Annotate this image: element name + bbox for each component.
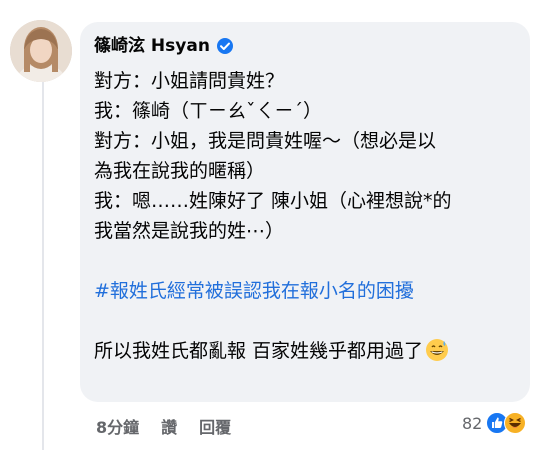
- timestamp[interactable]: 8分鐘: [96, 414, 139, 438]
- comment-line: 為我在說我的暱稱）: [94, 160, 266, 182]
- comment-bubble: 篠崎泫 Hsyan 對方：小姐請問貴姓？ 我：篠崎（ㄒㄧㄠˇㄑㄧˊ） 對方：小姐…: [80, 22, 530, 402]
- comment-text: 對方：小姐請問貴姓？ 我：篠崎（ㄒㄧㄠˇㄑㄧˊ） 對方：小姐，我是問貴姓喔～（想…: [94, 66, 524, 366]
- reply-button[interactable]: 回覆: [199, 414, 231, 438]
- author-name[interactable]: 篠崎泫 Hsyan: [94, 36, 210, 56]
- like-button[interactable]: 讚: [161, 414, 177, 438]
- thread-line: [42, 74, 44, 450]
- comment-last-line-text: 所以我姓氏都亂報 百家姓幾乎都用過了: [94, 340, 424, 362]
- grinning-sweat-emoji-icon: [426, 339, 449, 361]
- verified-badge-icon: [216, 38, 233, 54]
- comment-line: 我：篠崎（ㄒㄧㄠˇㄑㄧˊ）: [94, 100, 323, 122]
- comment-actions: 8分鐘 讚 回覆: [96, 414, 253, 438]
- haha-reaction-icon: [504, 412, 527, 434]
- comment-line: 我當然是說我的姓⋯）: [94, 220, 285, 242]
- comment-line: 我：嗯……姓陳好了 陳小姐（心裡想說*的: [94, 190, 452, 212]
- hashtag-link[interactable]: #報姓氏經常被誤認我在報小名的困擾: [94, 276, 524, 306]
- reaction-count: 82: [462, 413, 483, 433]
- comment-line: 對方：小姐請問貴姓？: [94, 70, 285, 92]
- comment-line: 對方：小姐，我是問貴姓喔～（想必是以: [94, 130, 437, 152]
- avatar[interactable]: [10, 20, 72, 82]
- avatar-photo: [10, 20, 72, 82]
- reaction-summary[interactable]: 82: [458, 410, 531, 436]
- comment-last-line: 所以我姓氏都亂報 百家姓幾乎都用過了: [94, 336, 524, 366]
- author-row: 篠崎泫 Hsyan: [94, 36, 234, 56]
